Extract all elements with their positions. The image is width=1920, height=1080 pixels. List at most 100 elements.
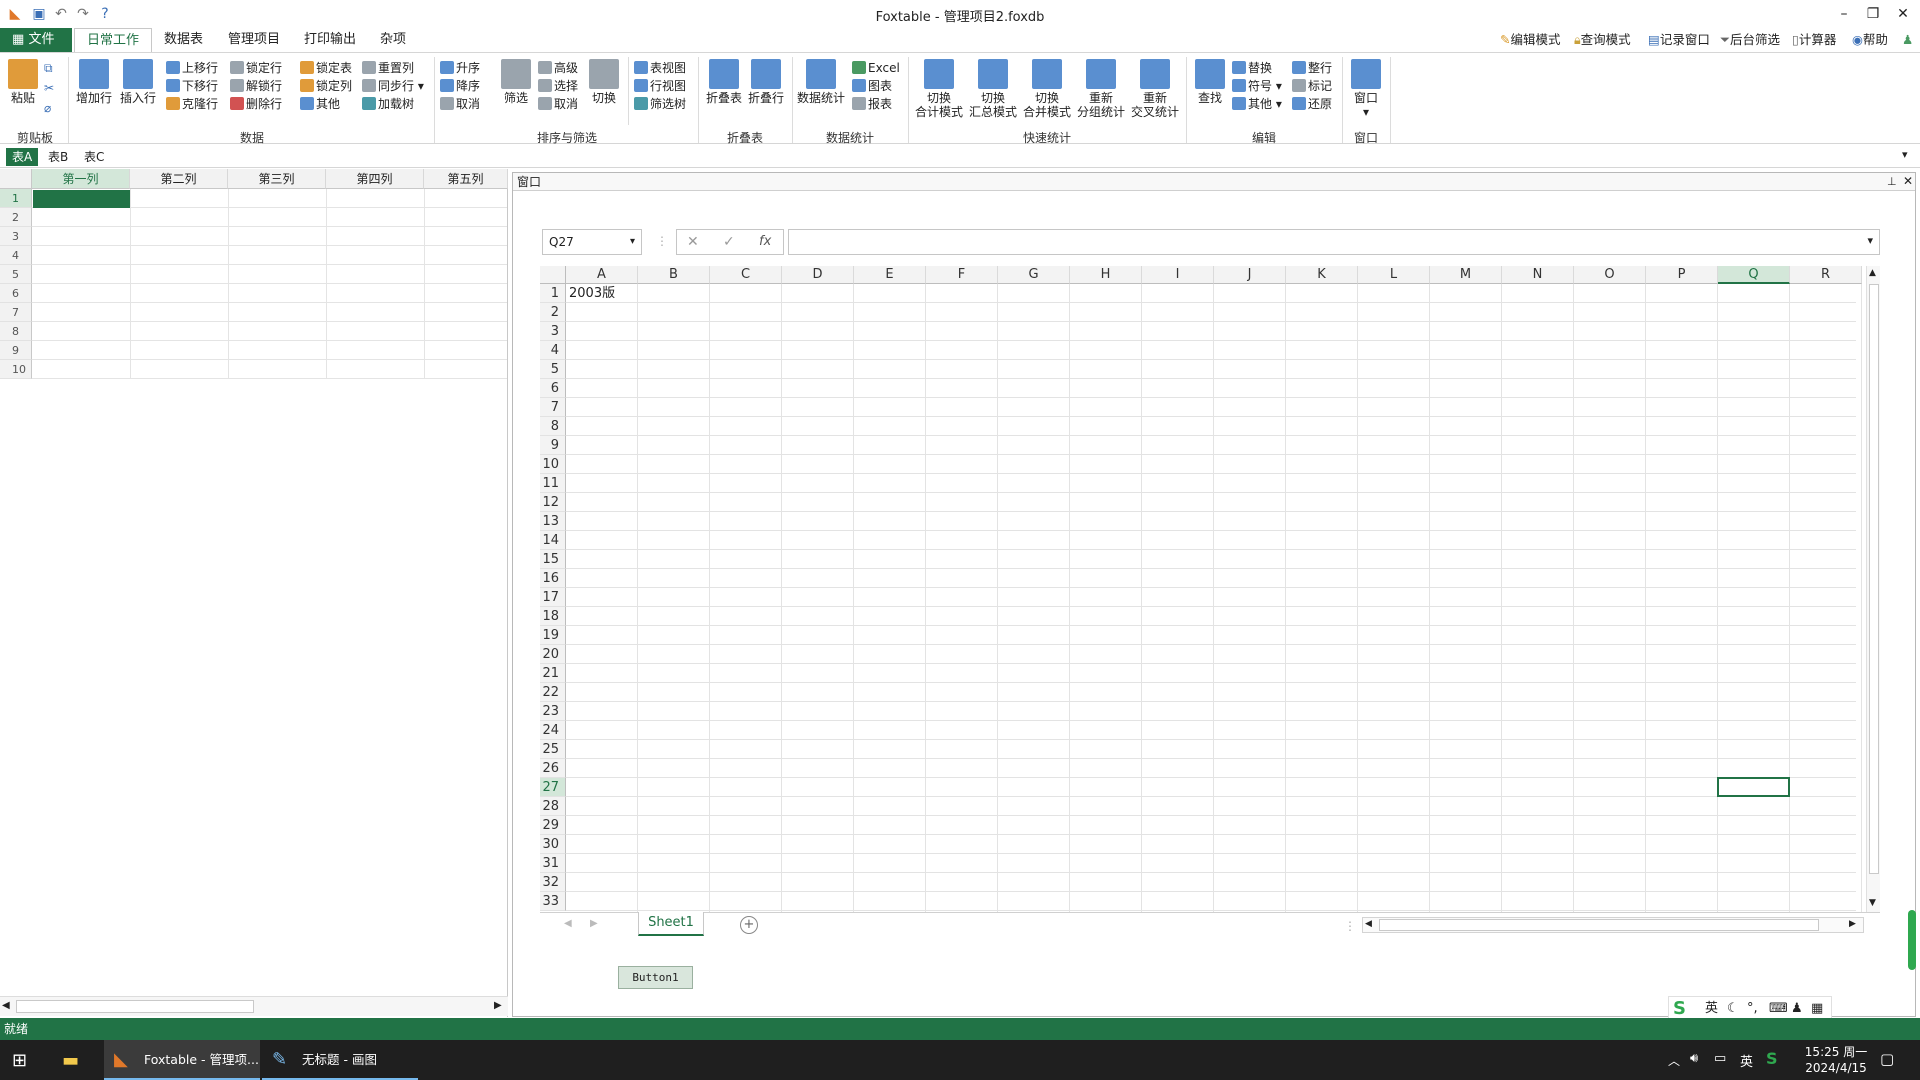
column-header[interactable]: G [998, 266, 1070, 284]
row-header[interactable]: 7 [540, 398, 566, 417]
people-icon[interactable]: ♟ [1902, 31, 1913, 49]
button1[interactable]: Button1 [618, 966, 693, 989]
vertical-scrollbar[interactable]: ▲ ▼ [1866, 266, 1880, 912]
data-stats-button[interactable]: 数据统计 [796, 59, 846, 105]
row-header[interactable]: 6 [540, 379, 566, 398]
row-header[interactable]: 2 [540, 303, 566, 322]
row-header[interactable]: 26 [540, 759, 566, 778]
symbol-button[interactable]: 符号 ▾ [1232, 77, 1290, 95]
mark-button[interactable]: 标记 [1292, 77, 1338, 95]
row-header[interactable]: 31 [540, 854, 566, 873]
background-filter-button[interactable]: ⏷后台筛选 [1720, 31, 1780, 49]
row-header[interactable]: 8 [540, 417, 566, 436]
row-header[interactable]: 33 [540, 892, 566, 911]
taskbar-item-foxtable[interactable]: ◣ Foxtable - 管理项... [104, 1040, 260, 1080]
chevron-up-icon[interactable]: ︿ [1668, 1052, 1680, 1069]
switch-summary-mode-button[interactable]: 切换 汇总模式 [966, 59, 1020, 119]
column-header[interactable]: R [1790, 266, 1862, 284]
help-button[interactable]: ◉帮助 [1852, 31, 1888, 49]
cell-a1[interactable]: 2003版 [569, 285, 615, 303]
selected-cell[interactable] [1717, 777, 1790, 797]
find-button[interactable]: 查找 [1190, 59, 1230, 105]
close-icon[interactable]: ✕ [1888, 4, 1918, 24]
clock[interactable]: 15:25 周一 2024/4/15 [1796, 1044, 1876, 1076]
column-header[interactable]: J [1214, 266, 1286, 284]
add-sheet-icon[interactable]: + [740, 916, 758, 934]
column-header[interactable]: P [1646, 266, 1718, 284]
fx-icon[interactable]: fx [759, 234, 771, 249]
window-button[interactable]: 窗口 ▾ [1346, 59, 1386, 119]
cut-icon[interactable]: ✂ [44, 81, 58, 95]
row-view-button[interactable]: 行视图 [634, 77, 696, 95]
table-row[interactable] [32, 265, 507, 284]
column-header[interactable]: Q [1718, 266, 1790, 284]
grid-corner[interactable] [540, 266, 566, 284]
table-row[interactable] [32, 322, 507, 341]
column-header[interactable]: D [782, 266, 854, 284]
scroll-down-icon[interactable]: ▼ [1869, 898, 1876, 908]
row-header[interactable]: 1 [0, 189, 32, 208]
scroll-right-icon[interactable]: ▶ [494, 1000, 502, 1011]
check-icon[interactable]: ✓ [723, 234, 735, 250]
lock-row-button[interactable]: 锁定行 [230, 59, 292, 77]
record-window-button[interactable]: ▤记录窗口 [1648, 31, 1710, 49]
windows-start-icon[interactable]: ⊞ [12, 1050, 27, 1071]
scroll-left-icon[interactable]: ◀ [2, 1000, 10, 1011]
sogou-tray-icon[interactable]: S [1766, 1049, 1778, 1068]
whole-row-button[interactable]: 整行 [1292, 59, 1338, 77]
table-row[interactable] [32, 284, 507, 303]
other-data-button[interactable]: 其他 [300, 95, 360, 113]
row-header[interactable]: 3 [540, 322, 566, 341]
sort-desc-button[interactable]: 降序 [440, 77, 492, 95]
pin-icon[interactable]: ⊥ [1887, 175, 1897, 188]
name-box[interactable]: Q27 ▾ [542, 229, 642, 255]
row-header[interactable]: 32 [540, 873, 566, 892]
column-header[interactable]: C [710, 266, 782, 284]
fold-table-button[interactable]: 折叠表 [702, 59, 746, 105]
selected-cell[interactable] [33, 190, 130, 208]
row-header[interactable]: 23 [540, 702, 566, 721]
sheet-tab-sheet1[interactable]: Sheet1 [638, 912, 704, 936]
row-header[interactable]: 27 [540, 778, 566, 797]
row-header[interactable]: 15 [540, 550, 566, 569]
row-header[interactable]: 29 [540, 816, 566, 835]
row-header[interactable]: 18 [540, 607, 566, 626]
left-horizontal-scrollbar[interactable]: ◀ ▶ [0, 996, 508, 1016]
scroll-thumb[interactable] [1379, 919, 1819, 931]
row-header[interactable]: 5 [540, 360, 566, 379]
chart-button[interactable]: 图表 [852, 77, 904, 95]
report-button[interactable]: 报表 [852, 95, 904, 113]
tab-daily-work[interactable]: 日常工作 [74, 28, 153, 52]
column-header[interactable]: B [638, 266, 710, 284]
load-tree-button[interactable]: 加载树 [362, 95, 430, 113]
tab-manage-project[interactable]: 管理项目 [216, 28, 292, 52]
side-widget-bar[interactable] [1908, 910, 1916, 970]
row-header[interactable]: 21 [540, 664, 566, 683]
tab-data-table[interactable]: 数据表 [152, 28, 215, 52]
table-row[interactable] [32, 341, 507, 360]
add-row-button[interactable]: 增加行 [72, 59, 116, 105]
splitter-icon[interactable]: ⋮ [1344, 919, 1356, 933]
column-header[interactable]: 第三列 [228, 169, 326, 189]
row-header[interactable]: 10 [540, 455, 566, 474]
row-header[interactable]: 8 [0, 322, 32, 341]
advanced-filter-button[interactable]: 高级 [538, 59, 588, 77]
tab-print-output[interactable]: 打印输出 [292, 28, 368, 52]
switch-filter-button[interactable]: 切换 [586, 59, 622, 105]
column-header[interactable]: L [1358, 266, 1430, 284]
next-sheet-icon[interactable]: ▶ [590, 918, 598, 929]
column-header[interactable]: 第四列 [326, 169, 424, 189]
row-header[interactable]: 24 [540, 721, 566, 740]
notification-icon[interactable]: ▢ [1880, 1050, 1894, 1068]
row-header[interactable]: 16 [540, 569, 566, 588]
filter-tree-button[interactable]: 筛选树 [634, 95, 696, 113]
column-header[interactable]: 第一列 [32, 169, 130, 189]
table-row[interactable] [32, 303, 507, 322]
excel-button[interactable]: Excel [852, 59, 904, 77]
scroll-thumb[interactable] [1869, 284, 1879, 874]
row-header[interactable]: 30 [540, 835, 566, 854]
speaker-icon[interactable]: 🔊︎ [1690, 1051, 1698, 1066]
row-header[interactable]: 5 [0, 265, 32, 284]
reset-column-button[interactable]: 重置列 [362, 59, 430, 77]
row-header[interactable]: 19 [540, 626, 566, 645]
